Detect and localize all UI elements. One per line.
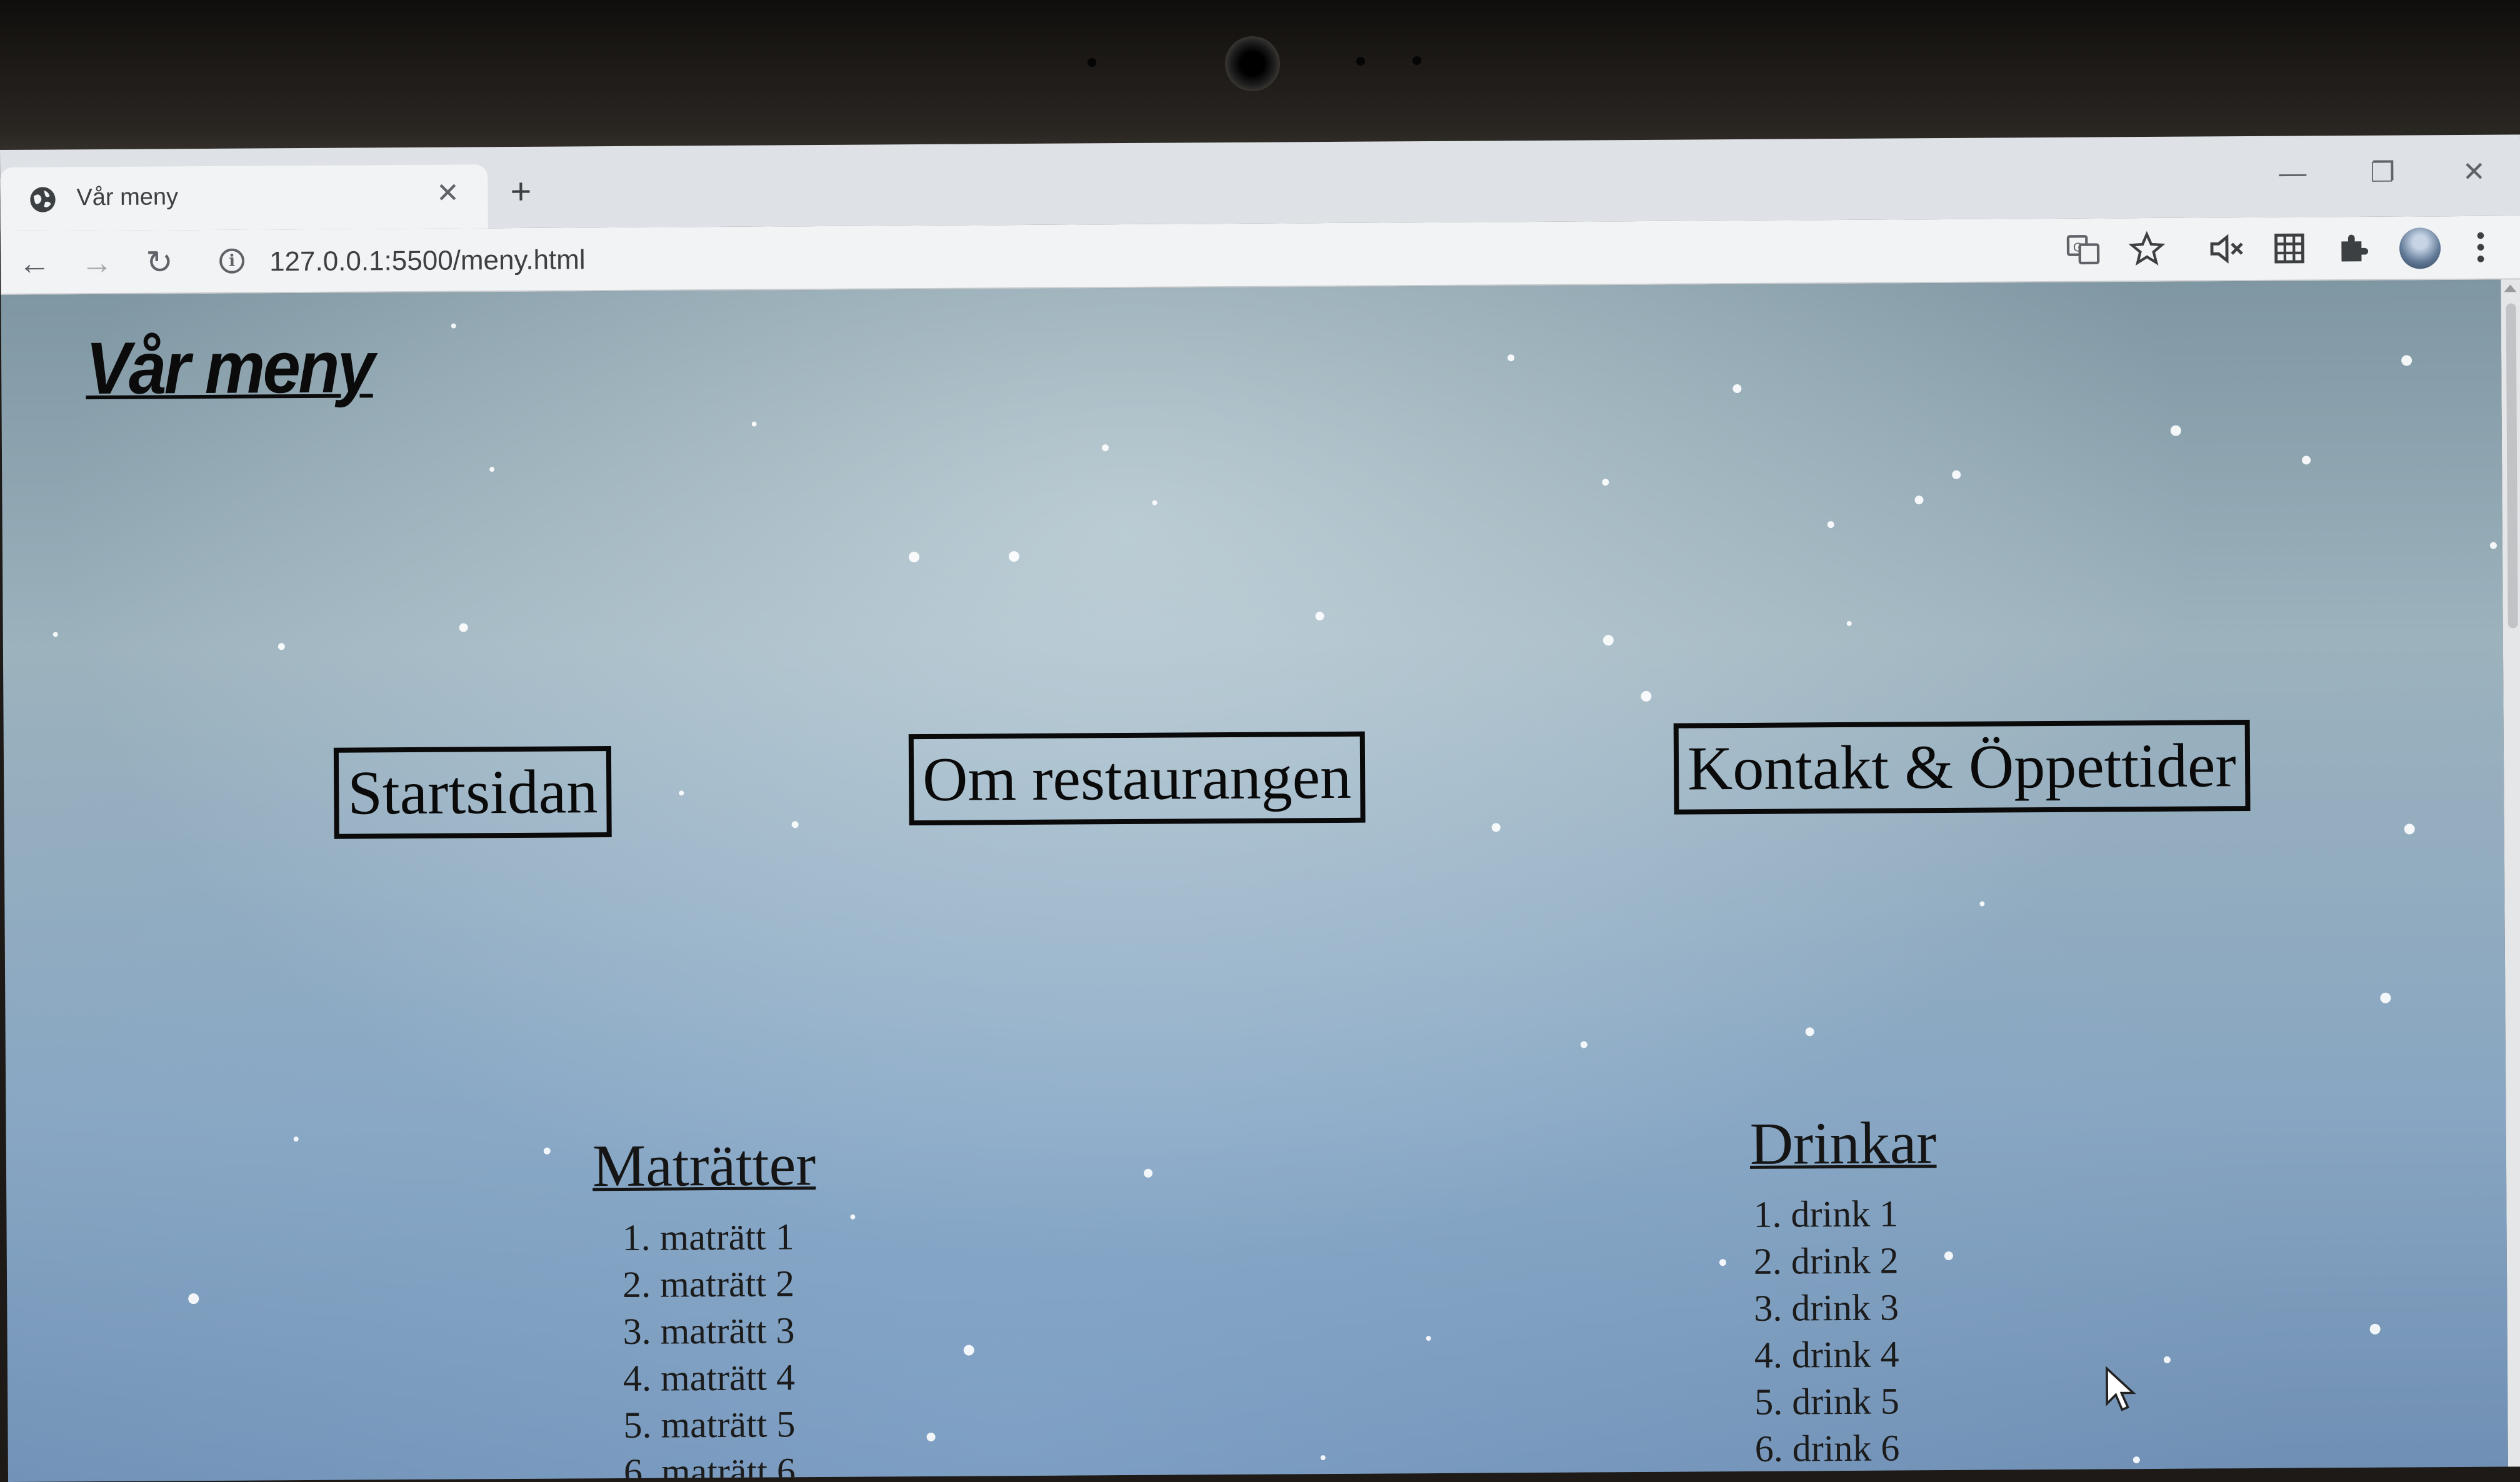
- snowflake-dot: [2404, 823, 2415, 835]
- list-item: 6. maträtt 6: [623, 1450, 796, 1482]
- snowflake-dot: [1827, 521, 1834, 529]
- nav-link-kontakt[interactable]: Kontakt & Öppettider: [1673, 720, 2251, 815]
- scroll-up-icon[interactable]: [2504, 284, 2517, 292]
- snowflake-dot: [791, 821, 799, 828]
- snowflake-dot: [1846, 620, 1852, 626]
- list-item: 2. maträtt 2: [622, 1263, 795, 1305]
- list-item: 3. drink 3: [1754, 1286, 1899, 1329]
- snowflake-dot: [2302, 455, 2311, 465]
- drinks-heading: Drinkar: [1749, 1109, 1937, 1177]
- address-bar[interactable]: 127.0.0.1:5500/meny.html: [269, 240, 586, 282]
- site-info-icon[interactable]: i: [219, 248, 245, 274]
- snowflake-dot: [1491, 823, 1501, 832]
- page-title: Vår meny: [85, 326, 373, 410]
- snowflake-dot: [1101, 444, 1109, 452]
- back-button[interactable]: ←: [14, 243, 54, 283]
- globe-icon: [30, 187, 56, 212]
- sensor-icon: [1088, 58, 1096, 67]
- snowflake-dot: [1979, 901, 1985, 907]
- list-item: 1. drink 1: [1753, 1193, 1899, 1235]
- menu-icon[interactable]: [2461, 227, 2501, 267]
- snowflake-dot: [543, 1147, 551, 1155]
- list-item: 5. drink 5: [1754, 1380, 1900, 1423]
- snowflake-dot: [1914, 495, 1924, 505]
- minimize-button[interactable]: —: [2268, 154, 2318, 192]
- list-item: 3. maträtt 3: [622, 1310, 795, 1352]
- snowflake-dot: [459, 623, 468, 632]
- snowflake-dot: [908, 552, 920, 563]
- webcam-icon: [1225, 36, 1280, 91]
- snowflake-dot: [489, 467, 495, 472]
- list-item: 2. drink 2: [1753, 1240, 1899, 1282]
- translate-icon[interactable]: G: [2063, 229, 2103, 269]
- page-viewport: Vår meny Startsidan Om restaurangen Kont…: [1, 279, 2508, 1482]
- list-item: 4. drink 4: [1754, 1333, 1899, 1376]
- snowflake-dot: [1320, 1455, 1326, 1461]
- snowflake-dot: [679, 790, 684, 796]
- snowflake-dot: [1719, 1259, 1726, 1266]
- snowflake-dot: [1641, 690, 1652, 702]
- snowflake-dot: [850, 1214, 856, 1220]
- food-heading: Maträtter: [592, 1131, 816, 1200]
- mouse-cursor-icon: [2106, 1366, 2136, 1411]
- tab-strip: Vår meny ✕ + — ❐ ✕: [0, 134, 2520, 231]
- scrollbar-thumb[interactable]: [2506, 303, 2518, 629]
- sensor-icon: [1356, 57, 1365, 66]
- mute-icon[interactable]: [2207, 229, 2247, 269]
- snowflake-dot: [52, 632, 58, 637]
- profile-avatar[interactable]: [2399, 227, 2441, 269]
- list-item: 6. drink 6: [1754, 1427, 1900, 1470]
- snowflake-dot: [1944, 1251, 1953, 1261]
- restore-button[interactable]: ❐: [2358, 154, 2408, 191]
- snowflake-dot: [1315, 612, 1324, 621]
- sensor-icon: [1412, 56, 1421, 65]
- bookmark-star-icon[interactable]: [2127, 229, 2167, 269]
- snowflake-dot: [451, 323, 456, 329]
- tab-title: Vår meny: [76, 184, 179, 211]
- snowflake-dot: [1805, 1027, 1814, 1037]
- drinks-list: 1. drink 1 2. drink 2 3. drink 3 4. drin…: [1753, 1190, 1899, 1472]
- browser-window: Vår meny ✕ + — ❐ ✕ ← → ↻ i 127.0.0.1:550…: [0, 134, 2520, 1482]
- list-item: 5. maträtt 5: [623, 1403, 796, 1446]
- food-list: 1. maträtt 1 2. maträtt 2 3. maträtt 3 4…: [622, 1213, 796, 1482]
- list-item: 4. maträtt 4: [622, 1356, 796, 1399]
- snowflake-dot: [1426, 1336, 1431, 1341]
- grid-icon[interactable]: [2269, 228, 2309, 268]
- list-item: 1. maträtt 1: [622, 1216, 794, 1258]
- nav-link-om-restaurangen[interactable]: Om restaurangen: [908, 731, 1366, 826]
- snowflake-dot: [2489, 542, 2497, 549]
- snowflake-dot: [2369, 1323, 2381, 1335]
- snowflake-dot: [2132, 1456, 2140, 1464]
- forward-button[interactable]: →: [77, 243, 117, 283]
- snowflake-dot: [2163, 1356, 2171, 1363]
- close-tab-icon[interactable]: ✕: [431, 177, 464, 209]
- close-window-button[interactable]: ✕: [2449, 154, 2499, 191]
- new-tab-button[interactable]: +: [503, 171, 538, 212]
- snowflake-dot: [1580, 1041, 1588, 1048]
- snowflake-dot: [1143, 1168, 1153, 1178]
- snowflake-dot: [963, 1345, 974, 1356]
- snowflake-dot: [2401, 355, 2412, 366]
- snowflake-dot: [1602, 635, 1614, 646]
- snowflake-dot: [188, 1293, 199, 1305]
- snowflake-dot: [751, 421, 757, 427]
- svg-text:G: G: [2073, 241, 2082, 254]
- snowflake-dot: [2170, 425, 2181, 436]
- snowflake-dot: [1008, 551, 1020, 562]
- snowflake-dot: [293, 1136, 299, 1142]
- nav-link-startsidan[interactable]: Startsidan: [333, 746, 612, 839]
- tab-var-meny[interactable]: Vår meny ✕: [0, 164, 488, 231]
- snowflake-dot: [1508, 354, 1515, 362]
- snowflake-dot: [1602, 479, 1609, 486]
- reload-button[interactable]: ↻: [139, 242, 179, 282]
- snowflake-dot: [1732, 384, 1742, 394]
- snowflake-dot: [1952, 470, 1961, 479]
- snowflake-dot: [1152, 500, 1158, 505]
- snowflake-dot: [2380, 992, 2391, 1003]
- extensions-icon[interactable]: [2333, 228, 2373, 268]
- snowflake-dot: [926, 1432, 936, 1441]
- snowflake-dot: [278, 643, 285, 650]
